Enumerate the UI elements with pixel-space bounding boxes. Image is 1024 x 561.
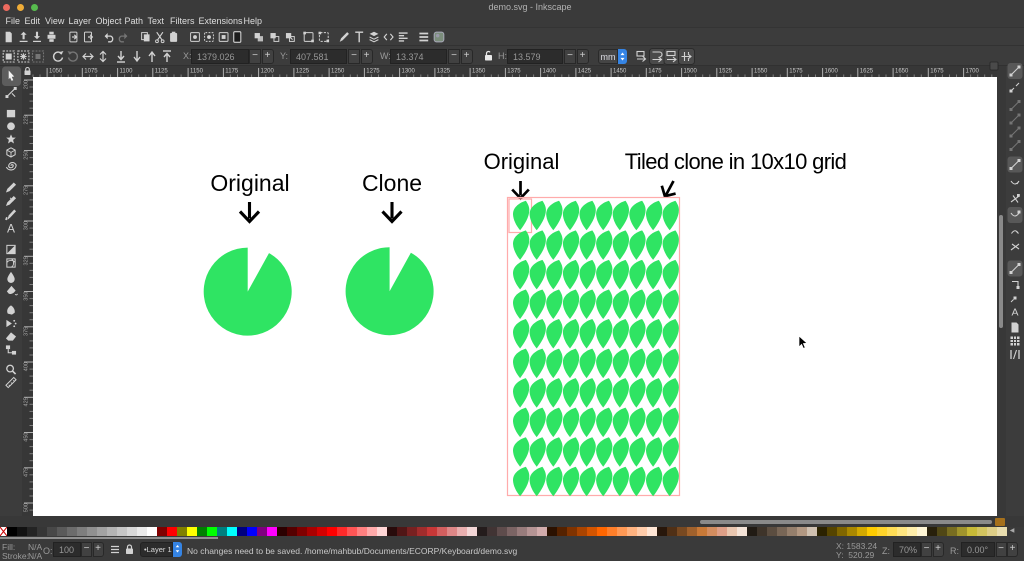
svg-text:350: 350	[24, 292, 30, 301]
svg-text:1350: 1350	[472, 69, 486, 75]
svg-text:475: 475	[24, 468, 30, 477]
svg-text:A: A	[1011, 307, 1018, 319]
svg-text:1225: 1225	[296, 69, 310, 75]
svg-text:1050: 1050	[49, 69, 63, 75]
svg-text:375: 375	[24, 327, 30, 336]
svg-text:1525: 1525	[719, 69, 733, 75]
svg-text:275: 275	[24, 186, 30, 195]
svg-text:1200: 1200	[261, 69, 275, 75]
svg-text:1600: 1600	[825, 69, 839, 75]
svg-text:1550: 1550	[754, 69, 768, 75]
svg-text:1325: 1325	[437, 69, 451, 75]
svg-text:1375: 1375	[507, 69, 521, 75]
svg-text:A: A	[7, 222, 15, 236]
svg-text:1575: 1575	[789, 69, 803, 75]
svg-text:1100: 1100	[120, 69, 134, 75]
svg-text:1150: 1150	[190, 69, 204, 75]
svg-text:325: 325	[24, 256, 30, 265]
svg-text:1175: 1175	[225, 69, 239, 75]
svg-text:500: 500	[24, 503, 30, 512]
svg-text:1275: 1275	[366, 69, 380, 75]
svg-text:1425: 1425	[578, 69, 592, 75]
svg-text:200: 200	[24, 80, 30, 89]
svg-text:400: 400	[24, 362, 30, 371]
svg-text:1625: 1625	[860, 69, 874, 75]
svg-text:425: 425	[24, 397, 30, 406]
svg-text:300: 300	[24, 221, 30, 230]
svg-text:225: 225	[24, 115, 30, 124]
svg-text:1125: 1125	[155, 69, 169, 75]
svg-text:1250: 1250	[331, 69, 345, 75]
svg-text:450: 450	[24, 433, 30, 442]
svg-text:1650: 1650	[895, 69, 909, 75]
svg-text:1700: 1700	[966, 69, 980, 75]
svg-text:1300: 1300	[402, 69, 416, 75]
svg-text:1075: 1075	[84, 69, 98, 75]
svg-text:1475: 1475	[648, 69, 662, 75]
svg-text:1500: 1500	[684, 69, 698, 75]
svg-text:1400: 1400	[543, 69, 557, 75]
svg-text:250: 250	[24, 151, 30, 160]
svg-text:1675: 1675	[930, 69, 944, 75]
svg-text:1450: 1450	[613, 69, 627, 75]
